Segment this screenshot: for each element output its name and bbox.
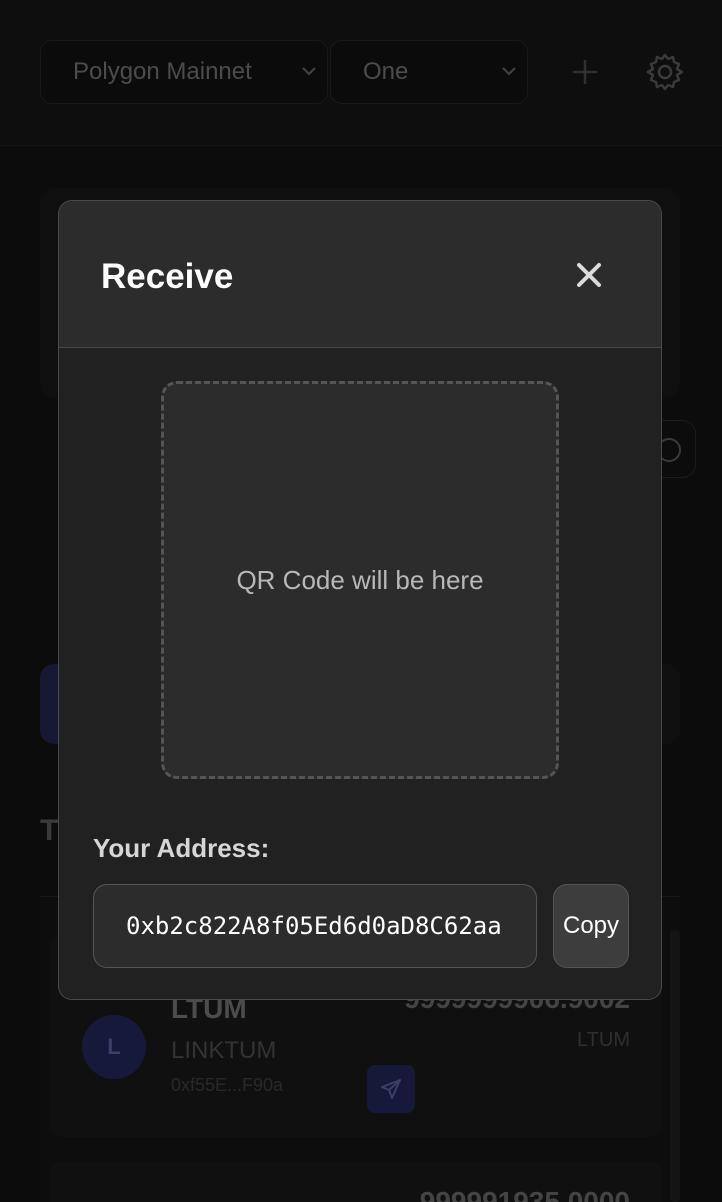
address-field[interactable] — [93, 884, 537, 968]
modal-title: Receive — [101, 257, 234, 296]
copy-button[interactable]: Copy — [553, 884, 629, 968]
address-label: Your Address: — [93, 833, 270, 863]
close-icon[interactable] — [571, 257, 607, 293]
qr-code-placeholder: QR Code will be here — [161, 381, 559, 779]
receive-modal: Receive QR Code will be here Your Addres… — [58, 200, 662, 1000]
qr-placeholder-text: QR Code will be here — [236, 564, 484, 595]
modal-header: Receive — [59, 201, 661, 348]
